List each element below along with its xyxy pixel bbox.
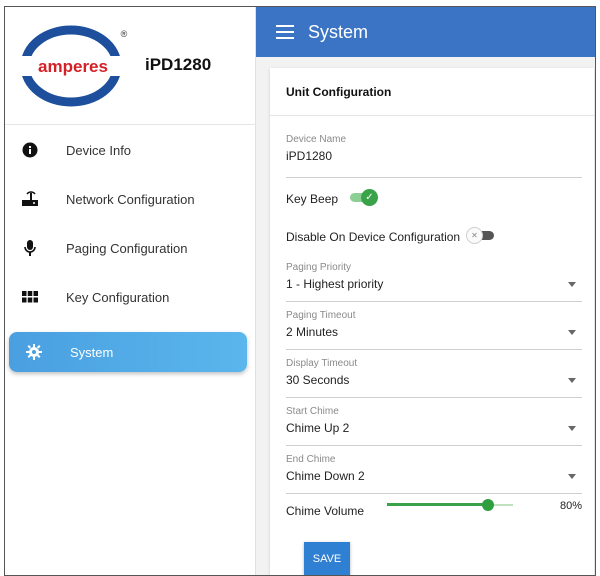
app-window: amperes ® iPD1280 Device Info Network Co… [4,6,596,576]
chime-volume-thumb[interactable] [481,499,494,511]
paging-priority-value: 1 - Highest priority [286,277,384,291]
chevron-down-icon [568,378,576,383]
chime-volume-label: Chime Volume [286,504,365,518]
paging-timeout-value: 2 Minutes [286,325,339,339]
paging-priority-label: Paging Priority [286,262,352,273]
sidebar-item-label: Device Info [66,142,132,158]
chime-volume-slider[interactable] [387,498,513,512]
info-icon [20,140,40,160]
chime-volume-value: 80% [560,500,583,512]
sidebar-item-label: System [70,344,114,360]
save-button[interactable]: SAVE [304,542,350,575]
device-name-value: iPD1280 [286,149,333,163]
end-chime-select[interactable]: End Chime Chime Down 2 [286,454,582,494]
start-chime-label: Start Chime [286,406,339,417]
sidebar-item-network-configuration[interactable]: Network Configuration [5,177,256,221]
main-content: Unit Configuration Device Name iPD1280 K… [256,57,595,575]
brand-header: amperes ® iPD1280 [5,7,256,125]
disable-device-config-label: Disable On Device Configuration [286,230,461,244]
paging-priority-select[interactable]: Paging Priority 1 - Highest priority [286,262,582,302]
sidebar-item-device-info[interactable]: Device Info [5,128,256,172]
paging-timeout-label: Paging Timeout [286,310,356,321]
start-chime-value: Chime Up 2 [286,421,350,435]
sidebar-item-label: Network Configuration [66,191,195,207]
paging-timeout-select[interactable]: Paging Timeout 2 Minutes [286,310,582,350]
device-model: iPD1280 [145,55,212,74]
sidebar-item-label: Key Configuration [66,289,170,305]
amperes-logo: amperes ® [21,25,128,107]
card-title: Unit Configuration [270,68,594,116]
sidebar: amperes ® iPD1280 Device Info Network Co… [5,7,256,575]
start-chime-select[interactable]: Start Chime Chime Up 2 [286,406,582,446]
end-chime-value: Chime Down 2 [286,469,365,483]
close-icon: ✕ [466,227,483,244]
chime-volume-fill [387,503,488,506]
registered-mark: ® [121,29,128,39]
key-beep-toggle[interactable]: ✓ [348,189,378,206]
chevron-down-icon [568,282,576,287]
network-icon [20,189,40,209]
keypad-icon [20,287,40,307]
key-beep-label: Key Beep [286,192,339,206]
chevron-down-icon [568,474,576,479]
checkmark-icon: ✓ [361,189,378,206]
top-app-bar: System [256,7,595,57]
sidebar-item-paging-configuration[interactable]: Paging Configuration [5,226,256,270]
disable-device-config-toggle[interactable]: ✕ [466,227,496,244]
microphone-icon [20,238,40,258]
display-timeout-select[interactable]: Display Timeout 30 Seconds [286,358,582,398]
sidebar-item-label: Paging Configuration [66,240,188,256]
display-timeout-label: Display Timeout [286,358,358,369]
display-timeout-value: 30 Seconds [286,373,350,387]
logo-wordmark: amperes [38,57,108,76]
chevron-down-icon [568,330,576,335]
hamburger-menu-icon[interactable] [276,25,294,39]
end-chime-label: End Chime [286,454,336,465]
sidebar-item-key-configuration[interactable]: Key Configuration [5,275,256,319]
gear-icon [24,342,44,362]
device-name-label: Device Name [286,134,347,145]
page-title: System [308,21,369,42]
sidebar-item-system[interactable]: System [9,332,247,372]
device-name-field[interactable]: Device Name iPD1280 [286,134,582,178]
chevron-down-icon [568,426,576,431]
